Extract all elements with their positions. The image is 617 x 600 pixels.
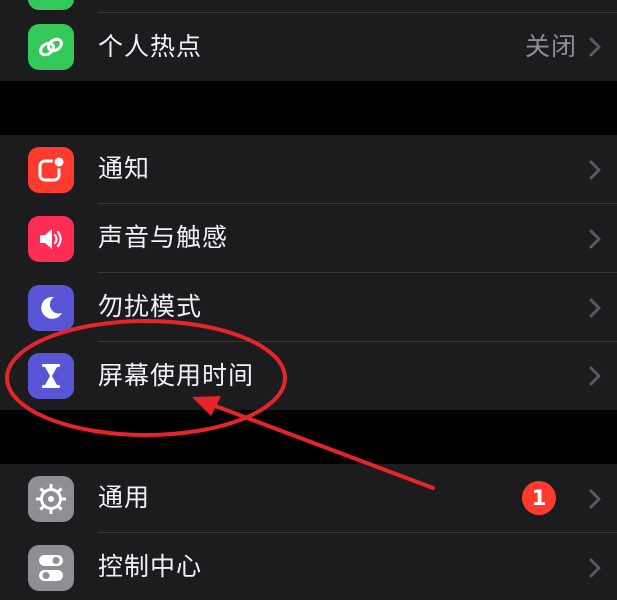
row-label: 通用 [98, 483, 151, 512]
update-count-badge: 1 [522, 481, 556, 515]
row-control-center[interactable]: 控制中心 [0, 533, 617, 600]
row-label: 屏幕使用时间 [98, 361, 255, 390]
switches-icon [28, 545, 74, 591]
gear-icon [28, 476, 74, 522]
chevron-right-icon [589, 229, 601, 249]
chevron-right-icon [589, 558, 601, 578]
chevron-right-icon [589, 37, 601, 57]
row-label: 个人热点 [98, 32, 203, 61]
moon-icon [28, 285, 74, 331]
row-label: 通知 [98, 154, 151, 183]
notifications-icon [28, 147, 74, 193]
settings-group-notifications: 通知 声音与触感 勿扰模式 屏幕使用时间 [0, 135, 617, 410]
chevron-right-icon [589, 366, 601, 386]
chevron-right-icon [589, 489, 601, 509]
settings-group-0-top [0, 0, 617, 13]
row-sounds-haptics[interactable]: 声音与触感 [0, 204, 617, 273]
row-personal-hotspot[interactable]: 个人热点 关闭 [0, 13, 617, 81]
row-general[interactable]: 通用 1 [0, 464, 617, 533]
row-label: 勿扰模式 [98, 292, 203, 321]
chevron-right-icon [589, 298, 601, 318]
chevron-right-icon [589, 160, 601, 180]
row-notifications[interactable]: 通知 [0, 135, 617, 204]
hotspot-status-value: 关闭 [524, 32, 577, 61]
partial-row-icon [28, 0, 74, 10]
row-label: 声音与触感 [98, 223, 229, 252]
hotspot-icon [28, 24, 74, 70]
settings-group-general: 通用 1 控制中心 [0, 464, 617, 600]
settings-group-network: 个人热点 关闭 [0, 13, 617, 81]
row-label: 控制中心 [98, 552, 203, 581]
row-do-not-disturb[interactable]: 勿扰模式 [0, 273, 617, 342]
hourglass-icon [28, 353, 74, 399]
sound-icon [28, 216, 74, 262]
row-screen-time[interactable]: 屏幕使用时间 [0, 342, 617, 410]
